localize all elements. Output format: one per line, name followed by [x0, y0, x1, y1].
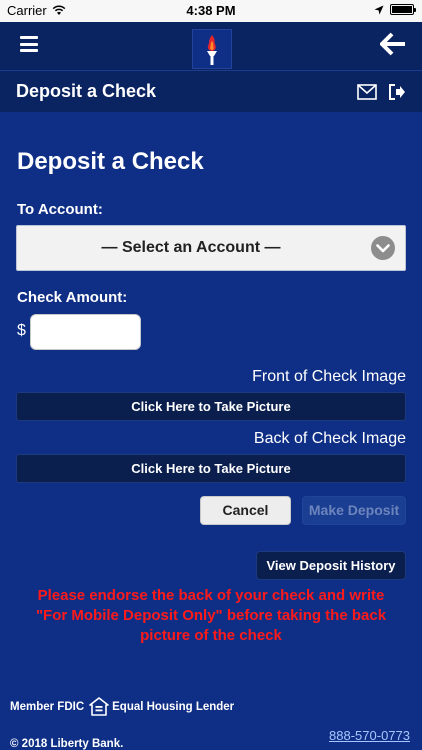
footer-disclosures: Member FDIC Equal Housing Lender: [10, 697, 234, 717]
page-title: Deposit a Check: [16, 81, 157, 101]
currency-symbol: $: [17, 322, 26, 339]
view-deposit-history-button[interactable]: View Deposit History: [256, 551, 406, 580]
back-picture-button[interactable]: Click Here to Take Picture: [16, 454, 406, 483]
envelope-icon[interactable]: [357, 84, 377, 100]
torch-logo-icon: [192, 29, 232, 69]
copyright-text: © 2018 Liberty Bank.: [10, 738, 124, 750]
back-arrow-icon[interactable]: [379, 32, 406, 56]
warning-line: "For Mobile Deposit Only" before taking …: [35, 607, 387, 624]
app-header: [0, 22, 422, 70]
member-fdic-text: Member FDIC: [10, 701, 85, 713]
phone-link[interactable]: 888-570-0773: [329, 728, 410, 743]
to-account-label: To Account:: [17, 201, 103, 218]
check-amount-label: Check Amount:: [17, 289, 128, 306]
equal-housing-lender-icon: [89, 697, 109, 716]
status-right: [374, 4, 416, 15]
status-bar: Carrier 4:38 PM: [0, 0, 422, 22]
account-select-value: — Select an Account —: [101, 239, 281, 256]
front-picture-button[interactable]: Click Here to Take Picture: [16, 392, 406, 421]
warning-line: picture of the check: [140, 627, 282, 644]
account-select[interactable]: — Select an Account —: [16, 225, 406, 271]
logout-icon[interactable]: [388, 83, 406, 101]
battery-fill: [392, 6, 412, 13]
status-time: 4:38 PM: [186, 3, 236, 18]
title-bar: Deposit a Check: [0, 70, 422, 112]
endorsement-warning: Please endorse the back of your check an…: [14, 586, 408, 646]
warning-line: Please endorse the back of your check an…: [37, 587, 385, 604]
equal-housing-text: Equal Housing Lender: [112, 701, 235, 713]
battery-icon: [390, 4, 416, 15]
form-heading: Deposit a Check: [17, 148, 204, 175]
back-image-label: Back of Check Image: [253, 430, 406, 447]
location-arrow-icon: [374, 5, 384, 14]
hamburger-menu-icon[interactable]: [20, 36, 38, 52]
chevron-down-icon: [371, 236, 395, 260]
make-deposit-button[interactable]: Make Deposit: [302, 496, 406, 525]
cancel-button[interactable]: Cancel: [200, 496, 291, 525]
check-amount-input[interactable]: [30, 314, 141, 350]
front-image-label: Front of Check Image: [252, 368, 406, 385]
